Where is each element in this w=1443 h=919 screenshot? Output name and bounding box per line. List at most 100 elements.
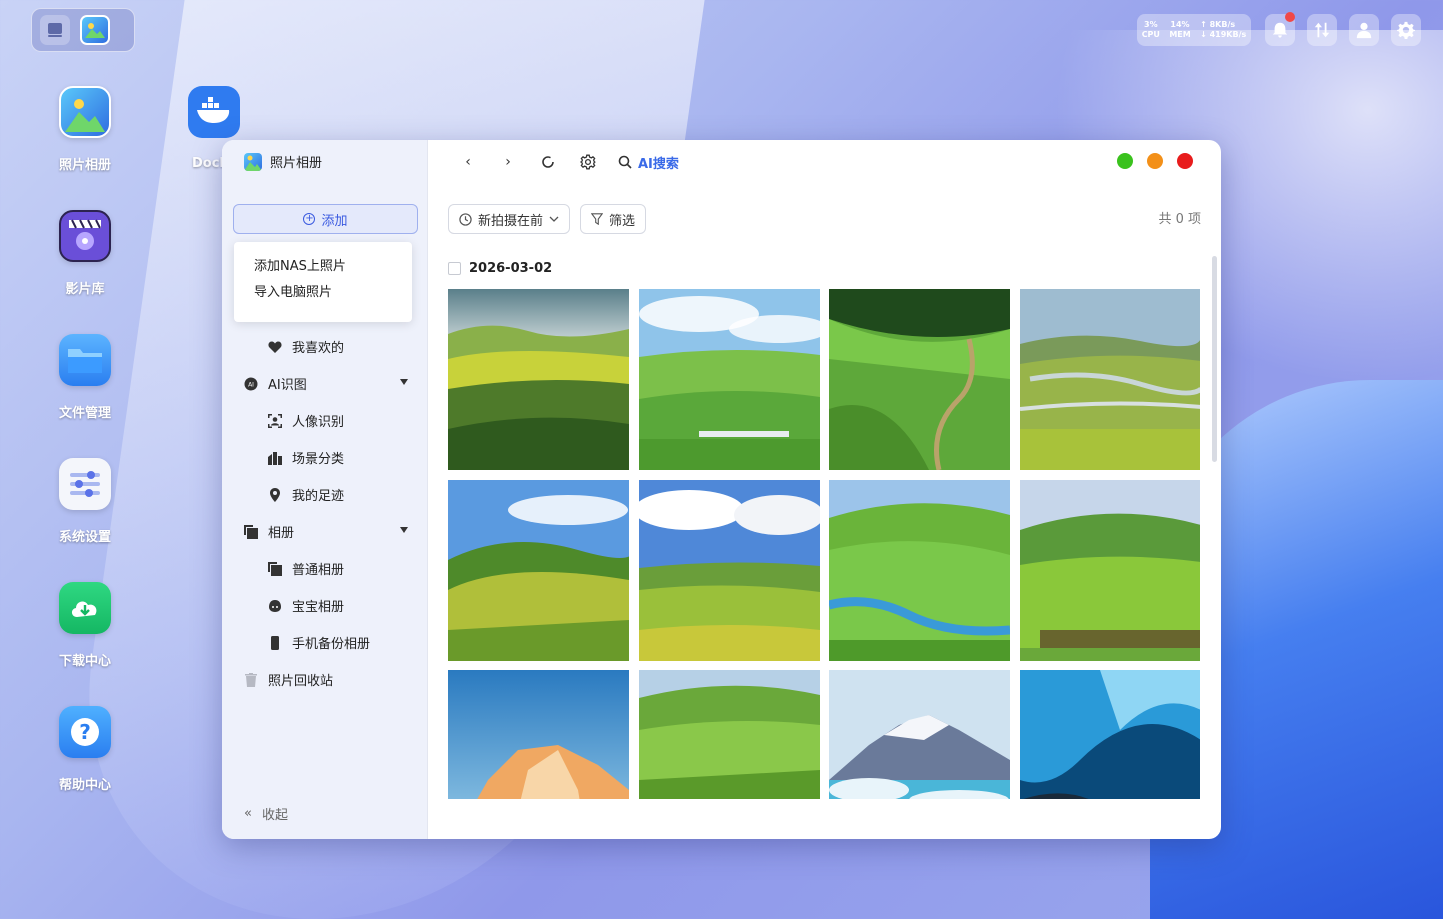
toolbar: ‹ › AI搜索 bbox=[458, 152, 679, 172]
trash-icon bbox=[244, 672, 258, 687]
photo-thumbnail[interactable] bbox=[639, 480, 820, 661]
transfer-icon bbox=[1314, 22, 1330, 38]
gear-icon bbox=[580, 154, 596, 170]
settings-button[interactable] bbox=[578, 152, 598, 172]
photo-grid bbox=[448, 289, 1200, 799]
photo-album-window: 照片相册 + 添加 添加NAS上照片 导入电脑照片 我喜欢的 AI AI识图 人… bbox=[222, 140, 1221, 839]
clapper-icon bbox=[59, 210, 111, 262]
add-menu: 添加NAS上照片 导入电脑照片 bbox=[234, 242, 412, 322]
plus-circle-icon: + bbox=[303, 213, 316, 225]
add-button[interactable]: + 添加 bbox=[233, 204, 418, 234]
baby-icon bbox=[268, 599, 282, 613]
sidebar-item-ai[interactable]: AI AI识图 bbox=[222, 365, 428, 402]
cloud-download-icon bbox=[59, 582, 111, 634]
window-controls bbox=[1117, 153, 1193, 169]
close-button[interactable] bbox=[1177, 153, 1193, 169]
heart-icon bbox=[268, 340, 282, 354]
gear-icon bbox=[1397, 21, 1415, 39]
sidebar: 照片相册 + 添加 添加NAS上照片 导入电脑照片 我喜欢的 AI AI识图 人… bbox=[222, 140, 428, 839]
svg-text:AI: AI bbox=[248, 381, 254, 388]
notification-button[interactable] bbox=[1265, 12, 1295, 46]
buildings-icon bbox=[268, 451, 282, 465]
filter-button[interactable]: 筛选 bbox=[580, 204, 647, 234]
refresh-icon bbox=[542, 156, 554, 168]
folder-icon bbox=[59, 334, 111, 386]
phone-icon bbox=[268, 635, 282, 650]
collapse-button[interactable]: « 收起 bbox=[244, 804, 288, 823]
task-desktop-icon[interactable] bbox=[40, 15, 70, 45]
user-button[interactable] bbox=[1349, 14, 1379, 46]
docker-icon bbox=[188, 86, 240, 138]
filter-icon bbox=[591, 213, 604, 225]
sidebar-item-phone-backup[interactable]: 手机备份相册 bbox=[222, 624, 428, 661]
minimize-button[interactable] bbox=[1117, 153, 1133, 169]
photo-thumbnail[interactable] bbox=[829, 480, 1010, 661]
chevron-left-icon: ‹ bbox=[465, 154, 471, 170]
photo-thumbnail[interactable] bbox=[639, 670, 820, 799]
back-button[interactable]: ‹ bbox=[458, 152, 478, 172]
maximize-button[interactable] bbox=[1147, 153, 1163, 169]
caret-down-icon[interactable] bbox=[400, 527, 408, 533]
photo-thumbnail[interactable] bbox=[829, 289, 1010, 470]
sidebar-item-face[interactable]: 人像识别 bbox=[222, 402, 428, 439]
sidebar-item-album[interactable]: 相册 bbox=[222, 513, 428, 550]
sidebar-item-normal-album[interactable]: 普通相册 bbox=[222, 550, 428, 587]
sidebar-item-favorites[interactable]: 我喜欢的 bbox=[222, 328, 428, 365]
menu-item-import-pc[interactable]: 导入电脑照片 bbox=[234, 278, 412, 308]
refresh-button[interactable] bbox=[538, 152, 558, 172]
transfer-button[interactable] bbox=[1307, 14, 1337, 46]
photo-thumbnail[interactable] bbox=[448, 480, 629, 661]
settings-button[interactable] bbox=[1391, 14, 1421, 46]
select-date-checkbox[interactable] bbox=[448, 262, 461, 275]
desktop-icon-help[interactable]: ? 帮助中心 bbox=[46, 706, 124, 793]
date-group-header: 2026-03-02 bbox=[448, 261, 552, 276]
svg-text:?: ? bbox=[79, 720, 91, 744]
question-icon: ? bbox=[59, 706, 111, 758]
forward-button[interactable]: › bbox=[498, 152, 518, 172]
cpu-usage: 3% CPU bbox=[1141, 20, 1160, 39]
main-content: ‹ › AI搜索 新拍摄在前 筛选 共 0 项 2026-03-02 bbox=[428, 140, 1221, 839]
sidebar-nav: 我喜欢的 AI AI识图 人像识别 场景分类 我的足迹 相册 普通相册 宝宝相册… bbox=[222, 328, 428, 698]
face-scan-icon bbox=[268, 413, 282, 428]
photo-thumbnail[interactable] bbox=[448, 670, 629, 799]
desktop-icon-photos[interactable]: 照片相册 bbox=[46, 86, 124, 173]
desktop-icon-movies[interactable]: 影片库 bbox=[46, 210, 124, 297]
scrollbar-thumb[interactable] bbox=[1212, 256, 1217, 462]
app-title: 照片相册 bbox=[244, 152, 322, 171]
sidebar-item-scene[interactable]: 场景分类 bbox=[222, 439, 428, 476]
photo-thumbnail[interactable] bbox=[829, 670, 1010, 799]
desktop-icon-downloads[interactable]: 下载中心 bbox=[46, 582, 124, 669]
photos-logo-icon bbox=[244, 152, 262, 171]
photo-thumbnail[interactable] bbox=[1020, 480, 1200, 661]
ai-search-button[interactable]: AI搜索 bbox=[618, 153, 679, 172]
photo-thumbnail[interactable] bbox=[448, 289, 629, 470]
caret-down-icon[interactable] bbox=[400, 379, 408, 385]
desktop-icon-docker[interactable]: Dock bbox=[188, 86, 244, 171]
double-chevron-left-icon: « bbox=[244, 806, 252, 821]
mem-usage: 14% MEM bbox=[1169, 20, 1191, 39]
task-photos-icon[interactable] bbox=[80, 15, 110, 45]
sidebar-item-baby-album[interactable]: 宝宝相册 bbox=[222, 587, 428, 624]
sort-dropdown[interactable]: 新拍摄在前 bbox=[448, 204, 571, 234]
location-pin-icon bbox=[268, 487, 282, 502]
desktop-icon-settings[interactable]: 系统设置 bbox=[46, 458, 124, 545]
sidebar-item-recycle[interactable]: 照片回收站 bbox=[222, 661, 428, 698]
photo-thumbnail[interactable] bbox=[1020, 289, 1200, 470]
menu-item-add-nas[interactable]: 添加NAS上照片 bbox=[234, 256, 412, 278]
system-tray bbox=[1265, 12, 1421, 46]
network-speed: ↑ 8KB/s ↓ 419KB/s bbox=[1200, 20, 1247, 39]
task-switcher bbox=[31, 8, 135, 52]
sidebar-item-footprint[interactable]: 我的足迹 bbox=[222, 476, 428, 513]
album-icon bbox=[268, 561, 282, 576]
bell-icon bbox=[1272, 22, 1288, 38]
ai-icon: AI bbox=[244, 377, 258, 391]
album-icon bbox=[244, 524, 258, 539]
photo-thumbnail[interactable] bbox=[1020, 670, 1200, 799]
system-status: 3% CPU 14% MEM ↑ 8KB/s ↓ 419KB/s bbox=[1137, 14, 1251, 46]
desktop-icon-files[interactable]: 文件管理 bbox=[46, 334, 124, 421]
chevron-down-icon bbox=[549, 216, 559, 222]
search-icon bbox=[618, 155, 632, 169]
chevron-right-icon: › bbox=[505, 154, 511, 170]
filter-row: 新拍摄在前 筛选 bbox=[448, 204, 647, 234]
photo-thumbnail[interactable] bbox=[639, 289, 820, 470]
